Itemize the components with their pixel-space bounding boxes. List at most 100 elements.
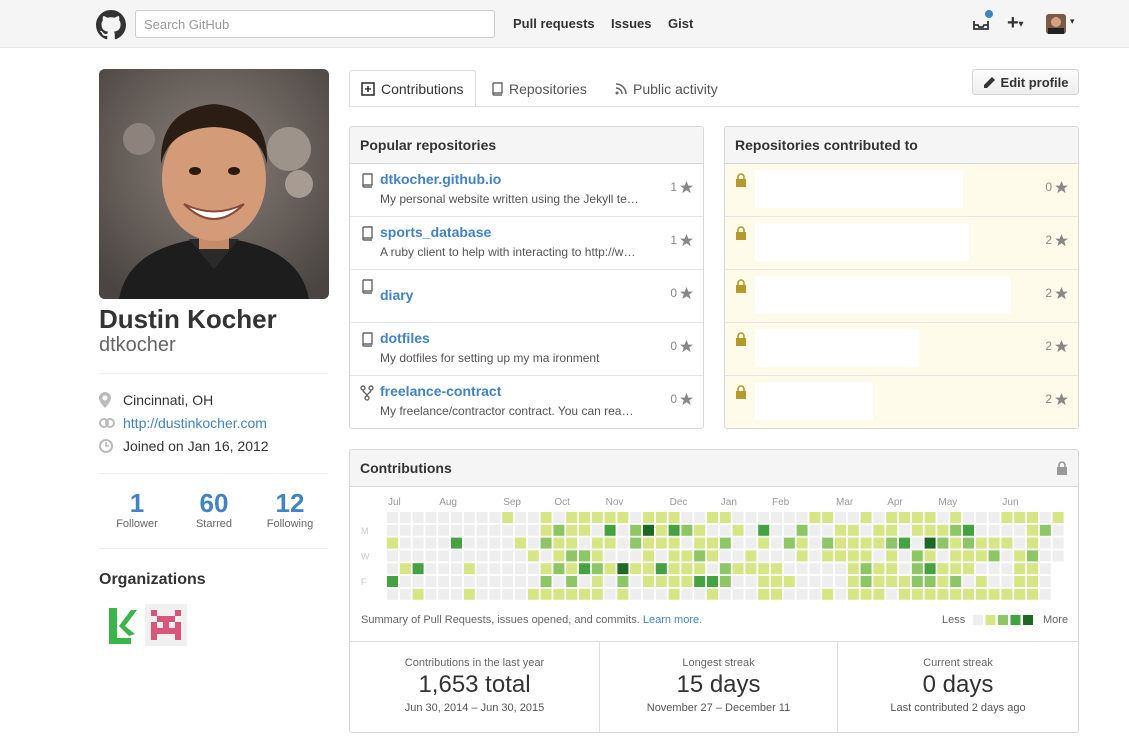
contribution-day[interactable] xyxy=(681,550,693,562)
contribution-day[interactable] xyxy=(1027,537,1038,549)
repo-name-link[interactable]: freelance-contract xyxy=(380,383,501,399)
contribution-day[interactable] xyxy=(899,550,910,562)
contribution-day[interactable] xyxy=(783,550,795,562)
contribution-day[interactable] xyxy=(681,576,693,587)
contribution-day[interactable] xyxy=(950,576,962,587)
contribution-day[interactable] xyxy=(399,524,411,536)
contribution-day[interactable] xyxy=(988,550,1000,562)
contribution-day[interactable] xyxy=(1039,537,1051,549)
contribution-day[interactable] xyxy=(950,550,962,562)
contribution-day[interactable] xyxy=(975,524,987,536)
contribution-day[interactable] xyxy=(566,537,578,549)
contribution-day[interactable] xyxy=(527,524,539,536)
contribution-day[interactable] xyxy=(527,537,539,549)
contribution-day[interactable] xyxy=(489,576,501,587)
contribution-day[interactable] xyxy=(886,563,898,575)
repo-name-link[interactable]: dtkocher.github.io xyxy=(380,171,501,187)
contribution-day[interactable] xyxy=(438,524,450,536)
contribution-day[interactable] xyxy=(860,550,872,562)
popular-repo-row[interactable]: dtkocher.github.io My personal website wr… xyxy=(350,164,703,217)
contribution-day[interactable] xyxy=(975,550,987,562)
contribution-day[interactable] xyxy=(643,588,654,600)
contribution-day[interactable] xyxy=(950,512,962,523)
contribution-day[interactable] xyxy=(502,588,514,600)
contribution-day[interactable] xyxy=(630,537,642,549)
contribution-day[interactable] xyxy=(527,512,539,523)
contribution-day[interactable] xyxy=(694,537,706,549)
contribution-day[interactable] xyxy=(579,588,590,600)
contribution-day[interactable] xyxy=(553,537,565,549)
contribution-day[interactable] xyxy=(463,550,475,562)
contribution-day[interactable] xyxy=(963,576,974,587)
contribution-day[interactable] xyxy=(886,512,898,523)
contribution-day[interactable] xyxy=(707,563,718,575)
popular-repo-row[interactable]: diary 0 xyxy=(350,270,703,323)
stat-starred[interactable]: 60 Starred xyxy=(176,488,252,530)
contribution-day[interactable] xyxy=(783,512,795,523)
contribution-day[interactable] xyxy=(438,588,450,600)
contribution-day[interactable] xyxy=(975,512,987,523)
contribution-day[interactable] xyxy=(412,512,424,523)
contribution-day[interactable] xyxy=(745,550,757,562)
contribution-day[interactable] xyxy=(387,512,398,523)
contribution-day[interactable] xyxy=(668,512,680,523)
contribution-day[interactable] xyxy=(924,576,936,587)
contribution-day[interactable] xyxy=(1014,588,1026,600)
contribution-day[interactable] xyxy=(1014,512,1026,523)
contribution-day[interactable] xyxy=(604,512,616,523)
contribution-day[interactable] xyxy=(911,563,923,575)
contribution-day[interactable] xyxy=(860,512,872,523)
contribution-day[interactable] xyxy=(1027,512,1038,523)
contribution-day[interactable] xyxy=(937,550,949,562)
contribution-day[interactable] xyxy=(515,512,526,523)
contribution-day[interactable] xyxy=(707,576,718,587)
contribution-day[interactable] xyxy=(1001,512,1013,523)
contribution-day[interactable] xyxy=(540,537,552,549)
contribution-day[interactable] xyxy=(783,588,795,600)
github-logo-icon[interactable] xyxy=(96,10,126,40)
contribution-day[interactable] xyxy=(502,512,514,523)
contribution-day[interactable] xyxy=(783,537,795,549)
contribution-day[interactable] xyxy=(745,512,757,523)
contribution-day[interactable] xyxy=(988,512,1000,523)
contribution-day[interactable] xyxy=(1014,576,1026,587)
contribution-day[interactable] xyxy=(591,588,603,600)
contribution-day[interactable] xyxy=(822,524,834,536)
contribution-day[interactable] xyxy=(527,563,539,575)
contribution-day[interactable] xyxy=(387,550,398,562)
contribution-day[interactable] xyxy=(732,512,744,523)
contribution-day[interactable] xyxy=(783,576,795,587)
contribution-day[interactable] xyxy=(911,576,923,587)
contribution-day[interactable] xyxy=(527,550,539,562)
contribution-day[interactable] xyxy=(604,576,616,587)
contribution-day[interactable] xyxy=(771,550,782,562)
contribution-day[interactable] xyxy=(617,524,629,536)
contribution-day[interactable] xyxy=(758,524,770,536)
contribution-day[interactable] xyxy=(476,524,488,536)
contribution-day[interactable] xyxy=(924,588,936,600)
contribution-day[interactable] xyxy=(719,524,731,536)
contribution-day[interactable] xyxy=(579,563,590,575)
contribution-day[interactable] xyxy=(412,524,424,536)
contribution-day[interactable] xyxy=(937,588,949,600)
contribution-day[interactable] xyxy=(591,563,603,575)
contribution-day[interactable] xyxy=(630,550,642,562)
contribution-day[interactable] xyxy=(412,588,424,600)
contribution-day[interactable] xyxy=(668,563,680,575)
contribution-day[interactable] xyxy=(809,550,821,562)
contribution-day[interactable] xyxy=(886,588,898,600)
contribution-day[interactable] xyxy=(873,524,885,536)
contribution-day[interactable] xyxy=(847,537,859,549)
contribution-day[interactable] xyxy=(937,576,949,587)
contribution-day[interactable] xyxy=(681,537,693,549)
contribution-day[interactable] xyxy=(527,588,539,600)
contribution-day[interactable] xyxy=(988,588,1000,600)
contribution-day[interactable] xyxy=(899,576,910,587)
contribution-day[interactable] xyxy=(975,537,987,549)
contribution-day[interactable] xyxy=(873,537,885,549)
contribution-day[interactable] xyxy=(387,524,398,536)
contribution-day[interactable] xyxy=(745,524,757,536)
contribution-day[interactable] xyxy=(873,563,885,575)
contribution-day[interactable] xyxy=(745,576,757,587)
contribution-day[interactable] xyxy=(566,524,578,536)
